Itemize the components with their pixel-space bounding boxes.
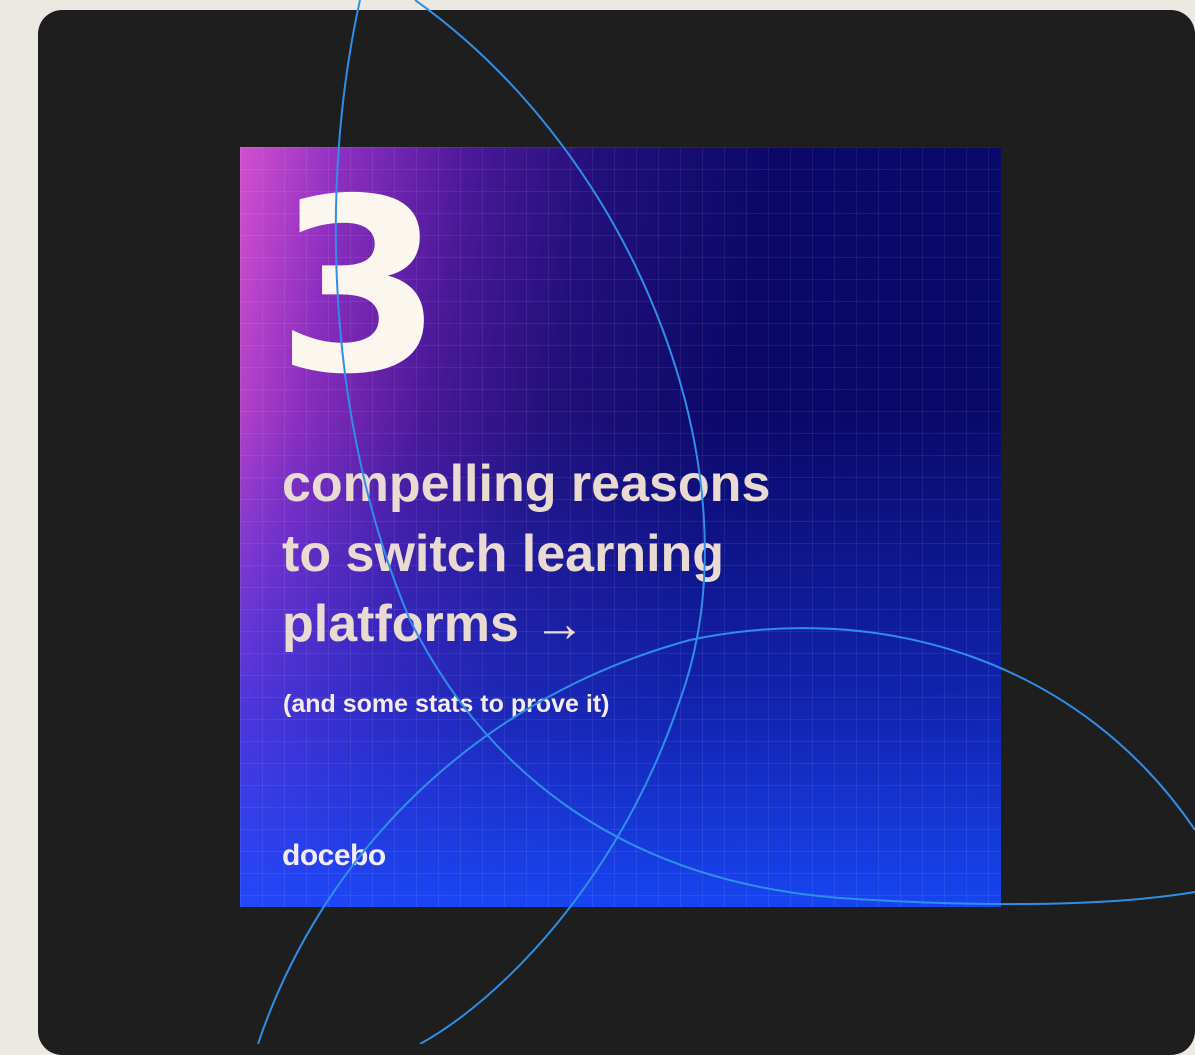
subline: (and some stats to prove it) (283, 690, 610, 718)
headline-line-3: platforms → (282, 595, 586, 653)
headline-line-1: compelling reasons (282, 455, 771, 513)
headline: compelling reasons to switch learning pl… (282, 449, 882, 659)
big-number: 3 (276, 147, 443, 427)
dark-panel: 3 compelling reasons to switch learning … (38, 10, 1195, 1055)
brand-logo: docebo (282, 839, 386, 872)
promo-card[interactable]: 3 compelling reasons to switch learning … (240, 147, 1001, 907)
headline-line-2: to switch learning (282, 525, 725, 583)
